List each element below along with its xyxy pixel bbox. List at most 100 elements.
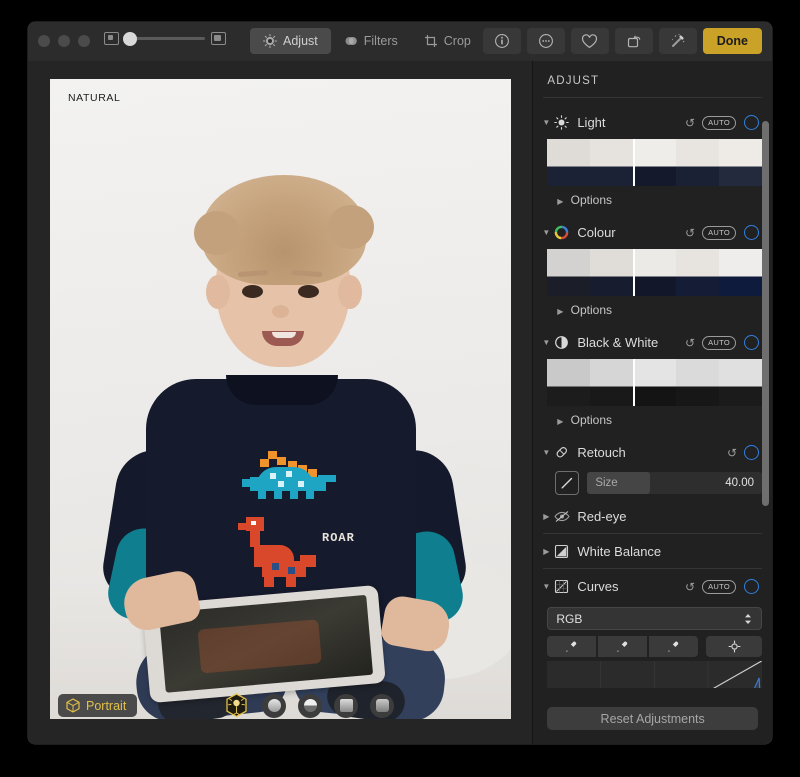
- disclosure-triangle-light[interactable]: ▼: [539, 118, 553, 127]
- reset-colour-icon[interactable]: ↺: [685, 226, 695, 240]
- disclosure-triangle-red-eye[interactable]: ▶: [539, 512, 553, 521]
- light-thumb-2[interactable]: [590, 139, 634, 186]
- zoom-slider-knob[interactable]: [123, 31, 137, 46]
- auto-curves-button[interactable]: AUTO: [702, 579, 736, 594]
- more-options-icon: [538, 34, 553, 48]
- bw-options-row[interactable]: ▶ Options: [533, 406, 772, 435]
- light-thumbnail-strip[interactable]: [547, 139, 763, 186]
- retouch-size-value[interactable]: 40.00: [725, 477, 754, 489]
- bw-thumb-5[interactable]: [719, 359, 763, 406]
- section-white-balance[interactable]: ▶ White Balance: [533, 534, 772, 568]
- bw-options-label: Options: [570, 413, 613, 427]
- portrait-label: Portrait: [86, 698, 127, 713]
- stage-light-mono-icon: [375, 699, 389, 712]
- reset-retouch-icon[interactable]: ↺: [727, 446, 737, 460]
- bw-thumb-4[interactable]: [676, 359, 720, 406]
- colour-thumb-5[interactable]: [719, 249, 763, 296]
- curves-histogram-graph[interactable]: [547, 661, 762, 688]
- rotate-button[interactable]: [614, 28, 653, 54]
- disclosure-triangle-colour[interactable]: ▼: [539, 228, 553, 237]
- photo-canvas[interactable]: NATURAL ROAR: [50, 79, 511, 719]
- minimise-button[interactable]: [58, 35, 70, 47]
- toggle-bw-button[interactable]: [744, 335, 759, 350]
- retouch-icon: [553, 444, 570, 461]
- tab-crop[interactable]: Crop: [411, 28, 484, 54]
- colour-thumb-2[interactable]: [590, 249, 634, 296]
- colour-thumb-3[interactable]: [633, 249, 677, 296]
- lighting-mode-contour[interactable]: [298, 693, 322, 718]
- light-options-row[interactable]: ▶ Options: [533, 186, 772, 215]
- tab-filters[interactable]: Filters: [331, 28, 411, 54]
- zoom-slider-track[interactable]: [123, 31, 205, 46]
- auto-colour-button[interactable]: AUTO: [702, 225, 736, 240]
- zoom-slider-control[interactable]: [104, 31, 226, 46]
- add-point-button[interactable]: [706, 636, 762, 657]
- tab-adjust[interactable]: Adjust: [250, 28, 331, 54]
- section-light[interactable]: ▼ Light ↺ AUTO: [533, 105, 772, 139]
- section-colour[interactable]: ▼ Colour ↺ AUTO: [533, 215, 772, 249]
- black-point-eyedropper-button[interactable]: [547, 636, 597, 657]
- disclosure-triangle-white-balance[interactable]: ▶: [539, 547, 553, 556]
- reset-bw-icon[interactable]: ↺: [685, 336, 695, 350]
- section-black-and-white[interactable]: ▼ Black & White ↺ AUTO: [533, 325, 772, 359]
- lighting-mode-stage[interactable]: [334, 693, 358, 718]
- filters-icon: [345, 37, 357, 45]
- window-controls: [38, 35, 90, 47]
- toggle-colour-button[interactable]: [744, 225, 759, 240]
- retouch-size-slider[interactable]: Size 40.00: [587, 472, 762, 494]
- disclosure-triangle-light-options[interactable]: ▶: [553, 197, 567, 206]
- favourite-heart-icon: [582, 33, 598, 48]
- grey-point-eyedropper-button[interactable]: [598, 636, 648, 657]
- light-thumb-3[interactable]: [633, 139, 677, 186]
- info-button[interactable]: [482, 28, 521, 54]
- white-point-eyedropper-button[interactable]: [649, 636, 698, 657]
- portrait-badge[interactable]: Portrait: [58, 694, 138, 717]
- close-button[interactable]: [38, 35, 50, 47]
- section-curves[interactable]: ▼ Curves ↺ AUTO: [533, 569, 772, 603]
- colour-options-row[interactable]: ▶ Options: [533, 296, 772, 325]
- lighting-mode-stage-mono[interactable]: [370, 693, 394, 718]
- reset-curves-icon[interactable]: ↺: [685, 580, 695, 594]
- bw-thumb-1[interactable]: [547, 359, 591, 406]
- disclosure-triangle-curves[interactable]: ▼: [539, 582, 553, 591]
- toggle-retouch-button[interactable]: [744, 445, 759, 460]
- colour-thumb-4[interactable]: [676, 249, 720, 296]
- lighting-mode-natural[interactable]: [223, 692, 250, 719]
- bw-thumb-2[interactable]: [590, 359, 634, 406]
- light-thumb-4[interactable]: [676, 139, 720, 186]
- disclosure-triangle-colour-options[interactable]: ▶: [553, 307, 567, 316]
- enhance-button[interactable]: [658, 28, 697, 54]
- white-balance-icon: [553, 543, 570, 560]
- panel-scrollbar[interactable]: [762, 121, 769, 506]
- disclosure-triangle-bw[interactable]: ▼: [539, 338, 553, 347]
- adjust-panel: ADJUST ▼ Light ↺ AUTO ▶ Options ▼ Colour…: [532, 61, 772, 744]
- light-thumb-5[interactable]: [719, 139, 763, 186]
- disclosure-triangle-retouch[interactable]: ▼: [539, 448, 553, 457]
- adjust-sections-scroll[interactable]: ▼ Light ↺ AUTO ▶ Options ▼ Colour ↺ AUTO…: [533, 105, 772, 688]
- toggle-light-button[interactable]: [744, 115, 759, 130]
- bw-thumbnail-strip[interactable]: [547, 359, 763, 406]
- colour-thumbnail-strip[interactable]: [547, 249, 763, 296]
- tab-adjust-label: Adjust: [283, 34, 318, 48]
- brush-icon[interactable]: [555, 471, 580, 495]
- editor-content: NATURAL ROAR Portrait ADJUST ▼ Light ↺ A…: [28, 61, 772, 744]
- histogram-grid: [600, 661, 709, 688]
- section-red-eye[interactable]: ▶ Red-eye: [533, 499, 772, 533]
- auto-light-button[interactable]: AUTO: [702, 115, 736, 130]
- light-thumb-1[interactable]: [547, 139, 591, 186]
- chevron-updown-icon: [745, 613, 751, 624]
- done-button[interactable]: Done: [702, 28, 762, 54]
- zoom-button[interactable]: [78, 35, 90, 47]
- more-options-button[interactable]: [526, 28, 565, 54]
- disclosure-triangle-bw-options[interactable]: ▶: [553, 417, 567, 426]
- toggle-curves-button[interactable]: [744, 579, 759, 594]
- reset-adjustments-button[interactable]: Reset Adjustments: [547, 707, 758, 730]
- reset-light-icon[interactable]: ↺: [685, 116, 695, 130]
- auto-bw-button[interactable]: AUTO: [702, 335, 736, 350]
- bw-thumb-3[interactable]: [633, 359, 677, 406]
- colour-thumb-1[interactable]: [547, 249, 591, 296]
- curves-channel-select[interactable]: RGB: [547, 607, 762, 630]
- lighting-mode-studio[interactable]: [262, 693, 286, 718]
- favourite-button[interactable]: [570, 28, 609, 54]
- section-retouch[interactable]: ▼ Retouch ↺: [533, 435, 772, 469]
